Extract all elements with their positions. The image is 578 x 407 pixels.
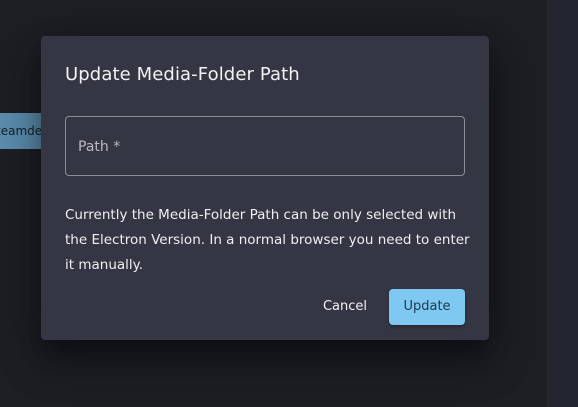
dialog-title: Update Media-Folder Path — [65, 64, 300, 85]
update-media-folder-dialog: Update Media-Folder Path Path * Currentl… — [41, 36, 489, 340]
path-input[interactable] — [66, 117, 464, 175]
update-button[interactable]: Update — [389, 289, 465, 325]
cancel-button[interactable]: Cancel — [313, 289, 377, 325]
path-field[interactable]: Path * — [65, 116, 465, 176]
background-side-panel — [547, 0, 578, 407]
background-chip: teamdeck — [0, 113, 46, 149]
dialog-message: Currently the Media-Folder Path can be o… — [65, 207, 470, 273]
